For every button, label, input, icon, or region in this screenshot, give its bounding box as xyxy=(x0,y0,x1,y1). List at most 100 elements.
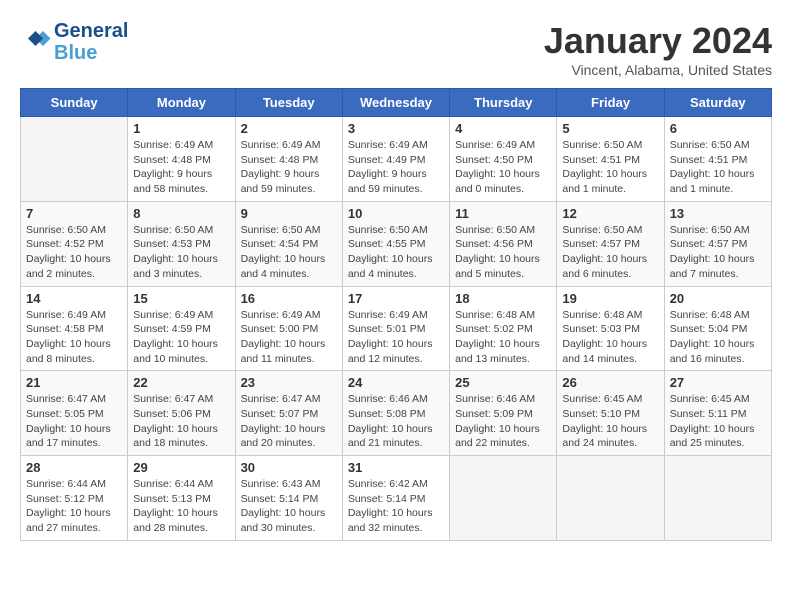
day-number: 3 xyxy=(348,121,444,136)
day-info: Sunrise: 6:47 AMSunset: 5:06 PMDaylight:… xyxy=(133,392,229,451)
day-number: 6 xyxy=(670,121,766,136)
day-info: Sunrise: 6:47 AMSunset: 5:05 PMDaylight:… xyxy=(26,392,122,451)
calendar-subtitle: Vincent, Alabama, United States xyxy=(544,62,772,78)
day-number: 21 xyxy=(26,375,122,390)
day-number: 13 xyxy=(670,206,766,221)
calendar-cell: 23Sunrise: 6:47 AMSunset: 5:07 PMDayligh… xyxy=(235,371,342,456)
day-info: Sunrise: 6:50 AMSunset: 4:56 PMDaylight:… xyxy=(455,223,551,282)
day-info: Sunrise: 6:49 AMSunset: 4:48 PMDaylight:… xyxy=(241,138,337,197)
day-info: Sunrise: 6:45 AMSunset: 5:10 PMDaylight:… xyxy=(562,392,658,451)
day-info: Sunrise: 6:49 AMSunset: 4:58 PMDaylight:… xyxy=(26,308,122,367)
day-number: 28 xyxy=(26,460,122,475)
calendar-cell: 30Sunrise: 6:43 AMSunset: 5:14 PMDayligh… xyxy=(235,456,342,541)
calendar-cell: 31 Sunrise: 6:42 AMSunset: 5:14 PMDayligh… xyxy=(342,456,449,541)
day-header-friday: Friday xyxy=(557,89,664,117)
day-number: 15 xyxy=(133,291,229,306)
calendar-week-row: 21 Sunrise: 6:47 AMSunset: 5:05 PMDayligh… xyxy=(21,371,772,456)
calendar-cell: 14 Sunrise: 6:49 AMSunset: 4:58 PMDayligh… xyxy=(21,286,128,371)
calendar-cell: 9 Sunrise: 6:50 AMSunset: 4:54 PMDaylight… xyxy=(235,201,342,286)
page-header: General Blue January 2024 Vincent, Alaba… xyxy=(20,20,772,78)
calendar-cell: 20 Sunrise: 6:48 AMSunset: 5:04 PMDayligh… xyxy=(664,286,771,371)
day-info: Sunrise: 6:48 AMSunset: 5:03 PMDaylight:… xyxy=(562,308,658,367)
day-info: Sunrise: 6:46 AMSunset: 5:08 PMDaylight:… xyxy=(348,392,444,451)
day-number: 1 xyxy=(133,121,229,136)
day-header-tuesday: Tuesday xyxy=(235,89,342,117)
day-number: 12 xyxy=(562,206,658,221)
day-info: Sunrise: 6:49 AMSunset: 5:00 PMDaylight:… xyxy=(241,308,337,367)
calendar-cell: 19 Sunrise: 6:48 AMSunset: 5:03 PMDayligh… xyxy=(557,286,664,371)
day-info: Sunrise: 6:50 AMSunset: 4:54 PMDaylight:… xyxy=(241,223,337,282)
day-number: 4 xyxy=(455,121,551,136)
calendar-cell: 16 Sunrise: 6:49 AMSunset: 5:00 PMDayligh… xyxy=(235,286,342,371)
calendar-header-row: SundayMondayTuesdayWednesdayThursdayFrid… xyxy=(21,89,772,117)
day-number: 31 xyxy=(348,460,444,475)
calendar-cell: 17Sunrise: 6:49 AMSunset: 5:01 PMDayligh… xyxy=(342,286,449,371)
day-header-thursday: Thursday xyxy=(450,89,557,117)
calendar-week-row: 14 Sunrise: 6:49 AMSunset: 4:58 PMDayligh… xyxy=(21,286,772,371)
calendar-cell: 15 Sunrise: 6:49 AMSunset: 4:59 PMDayligh… xyxy=(128,286,235,371)
calendar-cell: 11 Sunrise: 6:50 AMSunset: 4:56 PMDayligh… xyxy=(450,201,557,286)
day-info: Sunrise: 6:50 AMSunset: 4:52 PMDaylight:… xyxy=(26,223,122,282)
day-number: 16 xyxy=(241,291,337,306)
day-number: 25 xyxy=(455,375,551,390)
day-info: Sunrise: 6:43 AMSunset: 5:14 PMDaylight:… xyxy=(241,477,337,536)
day-info: Sunrise: 6:46 AMSunset: 5:09 PMDaylight:… xyxy=(455,392,551,451)
calendar-cell: 6 Sunrise: 6:50 AMSunset: 4:51 PMDaylight… xyxy=(664,117,771,202)
day-number: 18 xyxy=(455,291,551,306)
day-number: 20 xyxy=(670,291,766,306)
calendar-week-row: 28 Sunrise: 6:44 AMSunset: 5:12 PMDayligh… xyxy=(21,456,772,541)
calendar-cell: 10 Sunrise: 6:50 AMSunset: 4:55 PMDayligh… xyxy=(342,201,449,286)
day-number: 11 xyxy=(455,206,551,221)
day-number: 22 xyxy=(133,375,229,390)
calendar-week-row: 7Sunrise: 6:50 AMSunset: 4:52 PMDaylight… xyxy=(21,201,772,286)
calendar-cell: 13 Sunrise: 6:50 AMSunset: 4:57 PMDayligh… xyxy=(664,201,771,286)
day-info: Sunrise: 6:47 AMSunset: 5:07 PMDaylight:… xyxy=(241,392,337,451)
calendar-cell: 5 Sunrise: 6:50 AMSunset: 4:51 PMDaylight… xyxy=(557,117,664,202)
day-info: Sunrise: 6:50 AMSunset: 4:57 PMDaylight:… xyxy=(670,223,766,282)
day-info: Sunrise: 6:50 AMSunset: 4:53 PMDaylight:… xyxy=(133,223,229,282)
calendar-cell: 18 Sunrise: 6:48 AMSunset: 5:02 PMDayligh… xyxy=(450,286,557,371)
calendar-cell: 3 Sunrise: 6:49 AMSunset: 4:49 PMDaylight… xyxy=(342,117,449,202)
calendar-cell: 8Sunrise: 6:50 AMSunset: 4:53 PMDaylight… xyxy=(128,201,235,286)
day-header-monday: Monday xyxy=(128,89,235,117)
day-info: Sunrise: 6:49 AMSunset: 4:59 PMDaylight:… xyxy=(133,308,229,367)
calendar-cell: 28 Sunrise: 6:44 AMSunset: 5:12 PMDayligh… xyxy=(21,456,128,541)
day-info: Sunrise: 6:50 AMSunset: 4:55 PMDaylight:… xyxy=(348,223,444,282)
calendar-cell xyxy=(21,117,128,202)
day-info: Sunrise: 6:50 AMSunset: 4:51 PMDaylight:… xyxy=(562,138,658,197)
calendar-cell: 21 Sunrise: 6:47 AMSunset: 5:05 PMDayligh… xyxy=(21,371,128,456)
logo-general: General xyxy=(54,20,128,42)
calendar-cell: 22 Sunrise: 6:47 AMSunset: 5:06 PMDayligh… xyxy=(128,371,235,456)
calendar-title: January 2024 xyxy=(544,20,772,62)
day-number: 14 xyxy=(26,291,122,306)
day-info: Sunrise: 6:48 AMSunset: 5:02 PMDaylight:… xyxy=(455,308,551,367)
calendar-cell: 4Sunrise: 6:49 AMSunset: 4:50 PMDaylight… xyxy=(450,117,557,202)
day-number: 17 xyxy=(348,291,444,306)
day-number: 5 xyxy=(562,121,658,136)
day-number: 2 xyxy=(241,121,337,136)
day-number: 29 xyxy=(133,460,229,475)
day-header-saturday: Saturday xyxy=(664,89,771,117)
day-number: 19 xyxy=(562,291,658,306)
calendar-cell xyxy=(557,456,664,541)
day-number: 10 xyxy=(348,206,444,221)
day-number: 27 xyxy=(670,375,766,390)
day-info: Sunrise: 6:42 AMSunset: 5:14 PMDaylight:… xyxy=(348,477,444,536)
day-info: Sunrise: 6:50 AMSunset: 4:51 PMDaylight:… xyxy=(670,138,766,197)
day-number: 24 xyxy=(348,375,444,390)
calendar-cell: 26Sunrise: 6:45 AMSunset: 5:10 PMDayligh… xyxy=(557,371,664,456)
day-info: Sunrise: 6:44 AMSunset: 5:13 PMDaylight:… xyxy=(133,477,229,536)
logo-blue: Blue xyxy=(54,42,128,64)
day-number: 9 xyxy=(241,206,337,221)
calendar-cell: 12Sunrise: 6:50 AMSunset: 4:57 PMDayligh… xyxy=(557,201,664,286)
day-info: Sunrise: 6:48 AMSunset: 5:04 PMDaylight:… xyxy=(670,308,766,367)
day-header-sunday: Sunday xyxy=(21,89,128,117)
day-info: Sunrise: 6:49 AMSunset: 4:49 PMDaylight:… xyxy=(348,138,444,197)
calendar-cell xyxy=(450,456,557,541)
calendar-week-row: 1 Sunrise: 6:49 AMSunset: 4:48 PMDaylight… xyxy=(21,117,772,202)
calendar-cell: 29 Sunrise: 6:44 AMSunset: 5:13 PMDayligh… xyxy=(128,456,235,541)
calendar-title-block: January 2024 Vincent, Alabama, United St… xyxy=(544,20,772,78)
calendar-cell: 2 Sunrise: 6:49 AMSunset: 4:48 PMDaylight… xyxy=(235,117,342,202)
calendar-table: SundayMondayTuesdayWednesdayThursdayFrid… xyxy=(20,88,772,541)
day-info: Sunrise: 6:44 AMSunset: 5:12 PMDaylight:… xyxy=(26,477,122,536)
